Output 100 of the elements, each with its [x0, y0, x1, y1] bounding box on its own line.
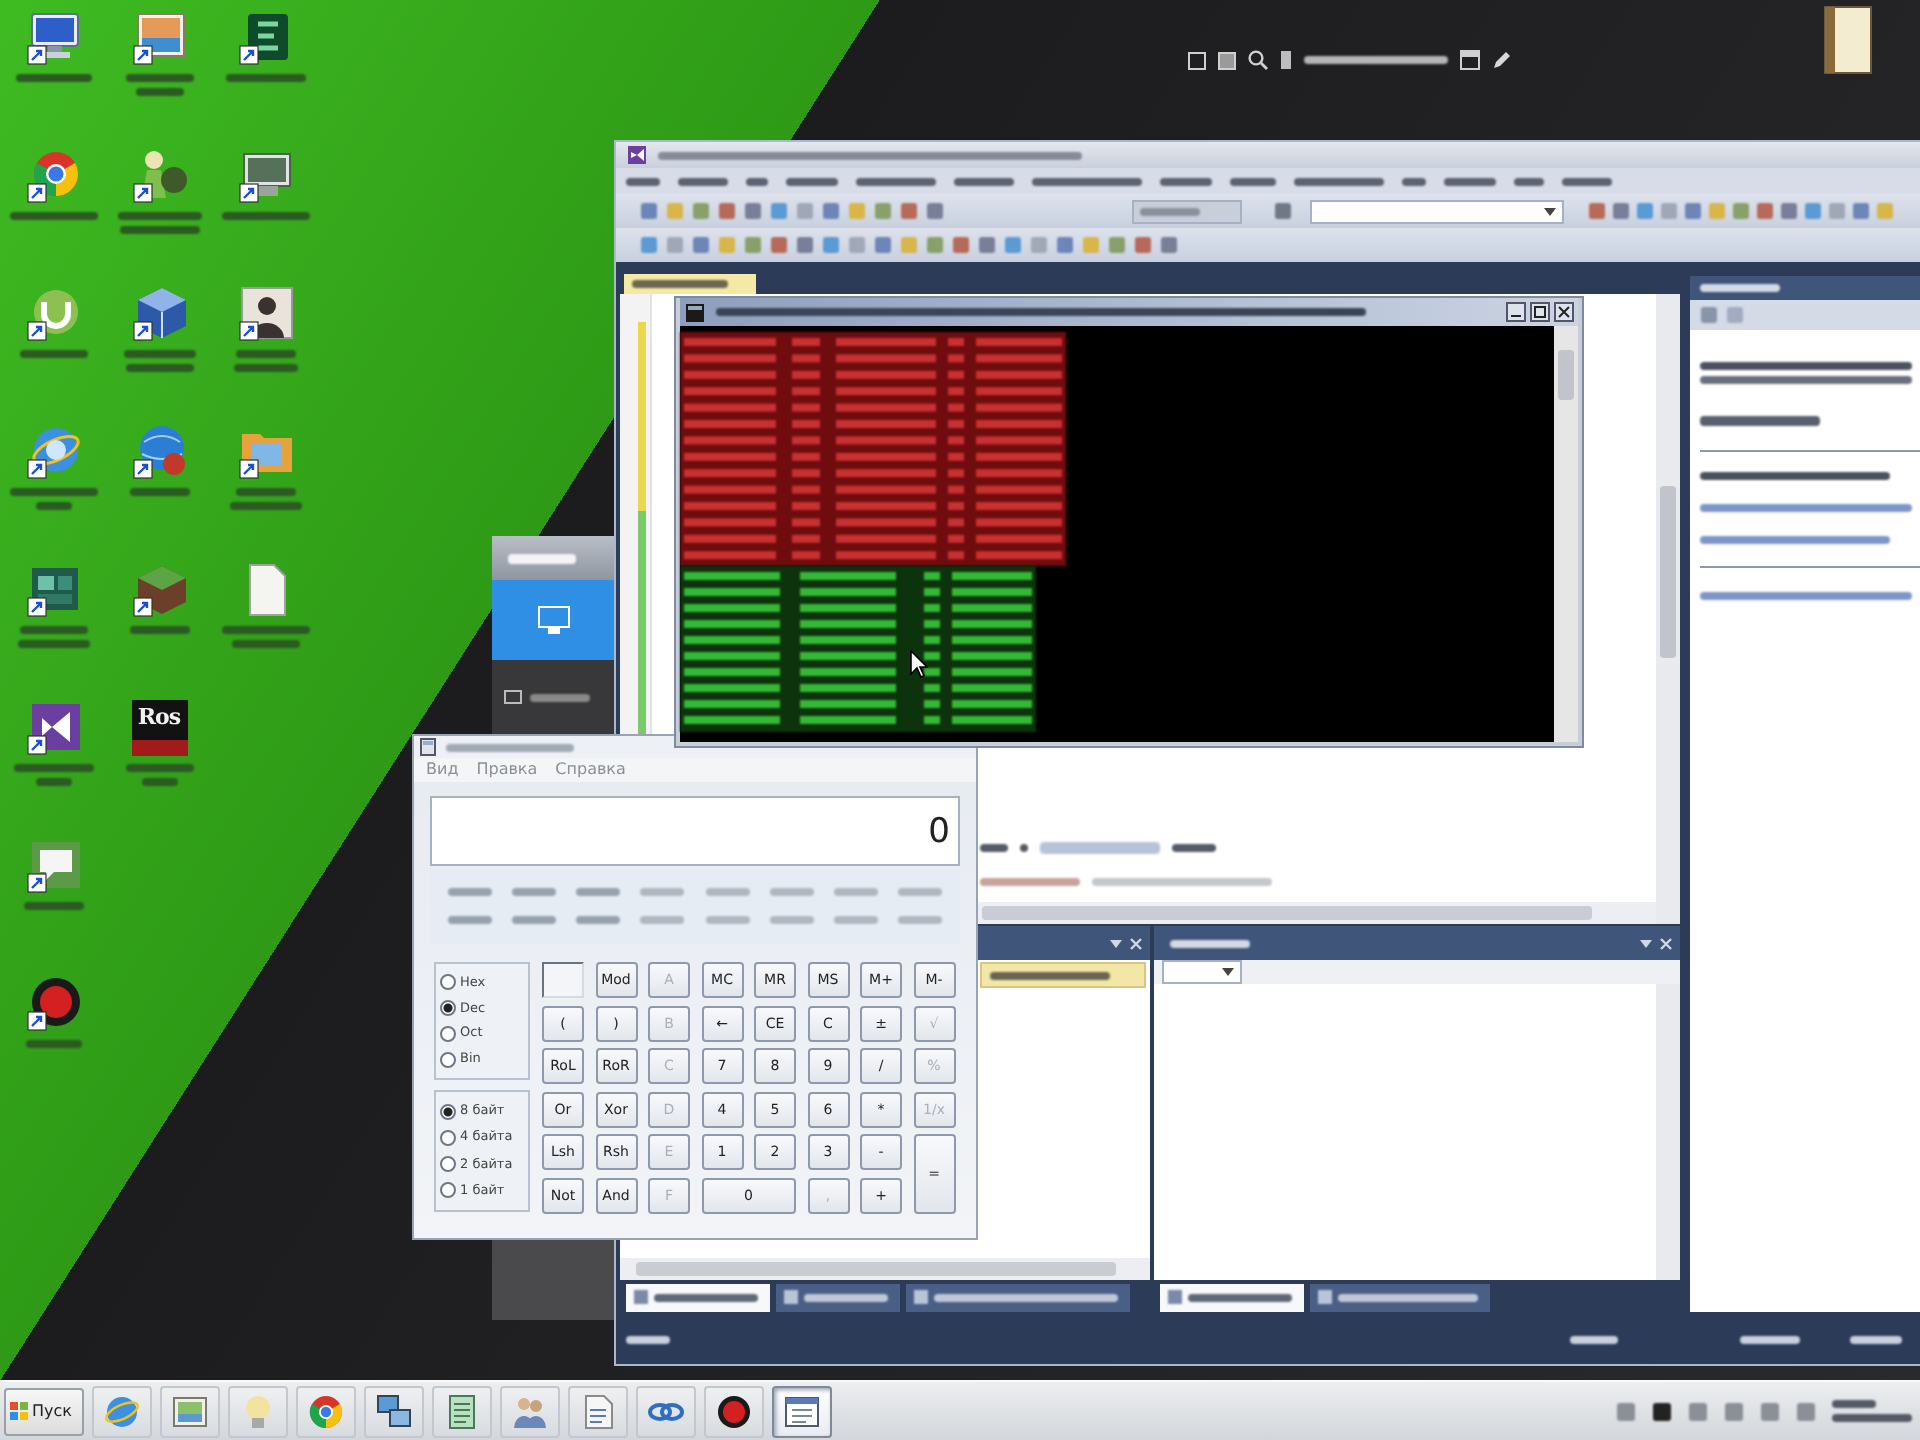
blurred-bits	[897, 888, 942, 896]
blurred-link[interactable]	[1700, 504, 1912, 512]
taskbar-app[interactable]	[772, 1385, 832, 1437]
monitor-icon[interactable]	[237, 148, 293, 204]
close-icon[interactable]	[1554, 302, 1574, 322]
globe-icon[interactable]	[25, 424, 81, 480]
scrollbar-thumb[interactable]	[636, 1262, 1116, 1276]
blurred-label	[9, 488, 97, 496]
document-tab[interactable]	[624, 274, 756, 294]
record-button-icon[interactable]	[25, 976, 81, 1032]
radio-button[interactable]	[440, 1103, 456, 1120]
person-figure-icon[interactable]	[131, 148, 187, 204]
radio-button[interactable]	[440, 1051, 456, 1068]
pencil-icon[interactable]	[1492, 50, 1512, 70]
radio-button[interactable]	[440, 1129, 456, 1146]
scrollbar-thumb[interactable]	[1558, 350, 1574, 400]
mode-tile[interactable]	[492, 580, 616, 660]
app-window-icon[interactable]	[25, 562, 81, 618]
highlighted-item[interactable]	[980, 962, 1146, 988]
radio-button[interactable]	[440, 1000, 456, 1017]
block-icon[interactable]	[131, 562, 187, 618]
blurred-text	[990, 971, 1110, 979]
panel-tab[interactable]	[776, 1283, 900, 1311]
blurred-label	[25, 1040, 81, 1048]
panel-tab[interactable]	[626, 1283, 770, 1311]
dropdown-field[interactable]	[1132, 199, 1242, 223]
radio-button[interactable]	[440, 974, 456, 991]
blurred-menu-item[interactable]	[954, 177, 1014, 185]
blurred-label	[9, 212, 97, 220]
square-icon[interactable]	[1188, 51, 1206, 69]
maximize-icon[interactable]	[1530, 302, 1550, 322]
rectangle-icon[interactable]	[1280, 50, 1292, 70]
bow-logo-icon[interactable]	[25, 700, 81, 756]
blurred-label	[135, 88, 183, 96]
vertical-scrollbar[interactable]	[1656, 294, 1680, 924]
panel-tab[interactable]	[1310, 1283, 1490, 1311]
blurred-menu-item[interactable]	[1514, 177, 1544, 185]
blurred-menu-item[interactable]	[1444, 177, 1496, 185]
blurred-text	[632, 280, 728, 288]
blurred-label	[221, 212, 309, 220]
blurred-menu-item[interactable]	[626, 177, 660, 185]
radio-button[interactable]	[440, 1025, 456, 1042]
minimize-icon[interactable]	[1506, 302, 1526, 322]
caret-icon[interactable]	[1544, 207, 1556, 215]
radio-button[interactable]	[440, 1156, 456, 1173]
blurred-text	[1570, 1336, 1618, 1344]
text-logo-icon[interactable]: Ros	[131, 700, 187, 756]
start-button[interactable]: Пуск	[4, 1387, 84, 1435]
picture-icon[interactable]	[131, 10, 187, 66]
taskbar-app[interactable]	[364, 1385, 424, 1437]
rectangle-icon[interactable]	[504, 690, 522, 704]
segmented-ring-icon	[308, 1393, 344, 1429]
blurred-menu-item[interactable]	[1160, 177, 1212, 185]
blurred-bits	[448, 916, 493, 924]
blurred-menu-item[interactable]	[1562, 177, 1612, 185]
window-icon[interactable]	[1460, 50, 1480, 70]
globe-icon[interactable]	[131, 424, 187, 480]
speech-bubble-icon[interactable]	[25, 838, 81, 894]
blurred-bits	[897, 916, 942, 924]
caret-icon[interactable]	[1640, 939, 1652, 947]
app-logo-icon[interactable]	[237, 10, 293, 66]
segmented-ring-icon[interactable]	[25, 148, 81, 204]
blurred-menu-item[interactable]	[1294, 177, 1384, 185]
blurred-menu-item[interactable]	[1230, 177, 1276, 185]
blurred-menu-item[interactable]	[1032, 177, 1142, 185]
blurred-text	[1740, 1336, 1800, 1344]
blurred-text	[1172, 844, 1216, 852]
caret-icon[interactable]	[1222, 968, 1234, 976]
blurred-tool-icon[interactable]	[1274, 202, 1292, 220]
blurred-text	[1140, 207, 1200, 215]
taskbar-app[interactable]	[704, 1385, 764, 1437]
round-logo-icon[interactable]	[25, 286, 81, 342]
vertical-scrollbar[interactable]	[1656, 984, 1680, 1280]
scrollbar-thumb[interactable]	[982, 906, 1592, 920]
computer-icon[interactable]	[25, 10, 81, 66]
horizontal-scrollbar[interactable]	[978, 902, 1656, 924]
search-icon[interactable]	[1248, 50, 1268, 70]
portrait-silhouette-icon[interactable]	[237, 286, 293, 342]
blurred-menu-item[interactable]	[678, 177, 728, 185]
cube-icon[interactable]	[131, 286, 187, 342]
dropdown-field[interactable]	[1310, 199, 1564, 223]
dropdown-field[interactable]	[1162, 960, 1242, 984]
caret-icon[interactable]	[1110, 939, 1122, 947]
blurred-label	[129, 626, 189, 634]
blurred-bits	[833, 916, 878, 924]
vertical-scrollbar[interactable]	[1554, 326, 1578, 742]
book-icon[interactable]	[1824, 6, 1872, 74]
panel-tab[interactable]	[1160, 1283, 1304, 1311]
blurred-link[interactable]	[1700, 536, 1890, 544]
radio-button[interactable]	[440, 1182, 456, 1199]
blurred-link[interactable]	[1700, 592, 1912, 600]
blurred-menu-item[interactable]	[1402, 177, 1426, 185]
blurred-label	[125, 74, 193, 82]
blurred-menu-item[interactable]	[856, 177, 936, 185]
square-icon[interactable]	[1218, 51, 1236, 69]
horizontal-scrollbar[interactable]	[620, 1258, 1150, 1280]
panel-tab[interactable]	[906, 1283, 1130, 1311]
blurred-menu-item[interactable]	[746, 177, 768, 185]
scrollbar-thumb[interactable]	[1660, 486, 1676, 658]
blurred-menu-item[interactable]	[786, 177, 838, 185]
